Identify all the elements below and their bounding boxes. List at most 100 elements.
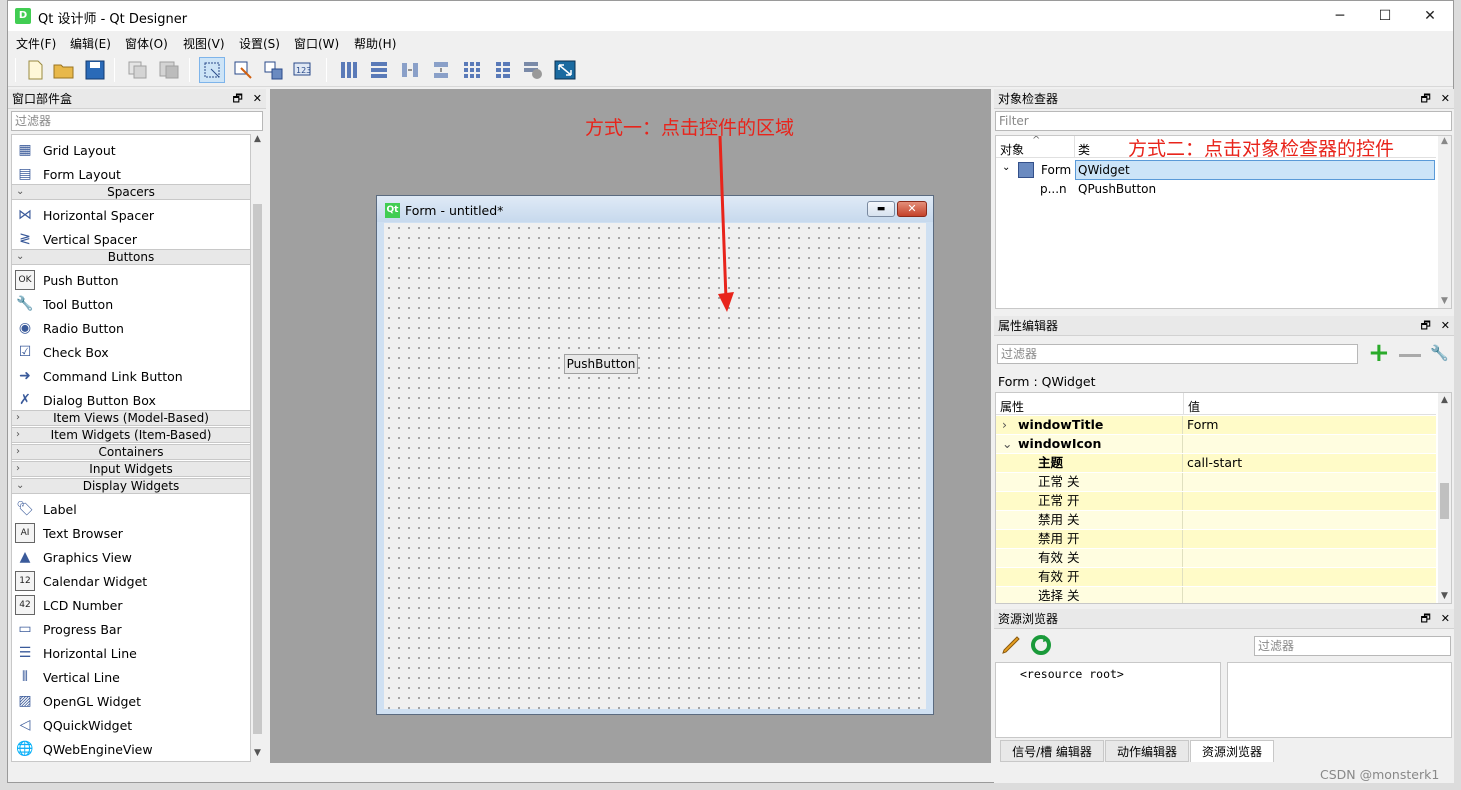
property-row[interactable]: 禁用 开 xyxy=(996,530,1436,549)
minimize-button[interactable]: ─ xyxy=(1317,1,1363,31)
edit-buddies-icon[interactable] xyxy=(260,57,286,83)
property-row[interactable]: 正常 开 xyxy=(996,492,1436,511)
property-row[interactable]: 选择 关 xyxy=(996,587,1436,603)
adjust-size-icon[interactable] xyxy=(552,57,578,83)
close-button[interactable]: ✕ xyxy=(1407,1,1453,31)
widget-box-scrollbar[interactable]: ▲ ▼ xyxy=(251,134,264,762)
widget-category[interactable]: ⌄ Spacers xyxy=(12,184,250,200)
layout-vertical-splitter-icon[interactable] xyxy=(428,57,454,83)
float-icon[interactable]: 🗗 xyxy=(1420,612,1430,625)
menu-window[interactable]: 窗口(W) xyxy=(294,35,339,52)
widget-item[interactable]: ✗ Dialog Button Box xyxy=(12,388,250,412)
form-close-button[interactable]: ✕ xyxy=(897,201,927,217)
widget-category[interactable]: › Item Widgets (Item-Based) xyxy=(12,427,250,443)
form-window[interactable]: Qt Form - untitled* ▬ ✕ PushButton xyxy=(376,195,934,715)
property-value[interactable] xyxy=(1184,435,1434,453)
widget-item[interactable]: ▭ Progress Bar xyxy=(12,617,250,641)
resource-root[interactable]: <resource root> xyxy=(1020,667,1124,681)
resource-tree[interactable]: <resource root> xyxy=(995,662,1221,738)
widget-item[interactable]: ◁ QQuickWidget xyxy=(12,713,250,737)
resource-list[interactable] xyxy=(1227,662,1452,738)
property-row[interactable]: 有效 开 xyxy=(996,568,1436,587)
property-value[interactable] xyxy=(1184,530,1434,548)
property-row[interactable]: ⌄ windowIcon xyxy=(996,435,1436,454)
maximize-button[interactable]: ☐ xyxy=(1362,1,1408,31)
widget-item[interactable]: ≷ Vertical Spacer xyxy=(12,227,250,251)
copy-icon[interactable] xyxy=(125,57,151,83)
open-folder-icon[interactable] xyxy=(51,57,77,83)
break-layout-icon[interactable] xyxy=(520,57,546,83)
property-row[interactable]: 禁用 关 xyxy=(996,511,1436,530)
scroll-thumb[interactable] xyxy=(253,204,262,734)
layout-horizontal-splitter-icon[interactable] xyxy=(397,57,423,83)
resource-filter-input[interactable]: 过滤器 xyxy=(1254,636,1451,656)
form-canvas[interactable]: PushButton xyxy=(384,223,926,709)
widget-item[interactable]: ▤ Form Layout xyxy=(12,162,250,186)
menu-view[interactable]: 视图(V) xyxy=(183,35,225,52)
menu-settings[interactable]: 设置(S) xyxy=(239,35,280,52)
widget-item[interactable]: 🌐 QWebEngineView xyxy=(12,737,250,761)
float-icon[interactable]: 🗗 xyxy=(1420,319,1430,332)
add-property-icon[interactable]: + xyxy=(1368,340,1392,366)
widget-item[interactable]: ☑ Check Box xyxy=(12,340,250,364)
save-icon[interactable] xyxy=(82,57,108,83)
form-title-bar[interactable]: Qt Form - untitled* ▬ ✕ xyxy=(377,196,933,222)
edit-resources-icon[interactable] xyxy=(1000,634,1022,661)
close-icon[interactable]: ✕ xyxy=(1441,319,1450,332)
layout-grid-icon[interactable] xyxy=(459,57,485,83)
push-button[interactable]: PushButton xyxy=(564,354,638,374)
widget-item[interactable]: 42 LCD Number xyxy=(12,593,250,617)
widget-item[interactable]: ⋈ Horizontal Spacer xyxy=(12,203,250,227)
column-value[interactable]: 值 xyxy=(1188,398,1200,415)
edit-tab-order-icon[interactable]: 123 xyxy=(291,57,317,83)
property-value[interactable] xyxy=(1184,511,1434,529)
edit-widgets-icon[interactable] xyxy=(199,57,225,83)
chevron-right-icon[interactable]: › xyxy=(1002,416,1018,434)
property-filter-input[interactable]: 过滤器 xyxy=(997,344,1358,364)
widget-item[interactable]: ▦ Grid Layout xyxy=(12,138,250,162)
menu-edit[interactable]: 编辑(E) xyxy=(70,35,111,52)
widget-category[interactable]: ⌄ Buttons xyxy=(12,249,250,265)
new-file-icon[interactable] xyxy=(22,57,48,83)
property-row[interactable]: 正常 关 xyxy=(996,473,1436,492)
widget-item[interactable]: OK Push Button xyxy=(12,268,250,292)
widget-item[interactable]: ▨ OpenGL Widget xyxy=(12,689,250,713)
menu-form[interactable]: 窗体(O) xyxy=(125,35,168,52)
widget-item[interactable]: ➜ Command Link Button xyxy=(12,364,250,388)
layout-vertical-icon[interactable] xyxy=(366,57,392,83)
layout-form-icon[interactable] xyxy=(490,57,516,83)
chevron-down-icon[interactable]: ⌄ xyxy=(1002,435,1018,453)
float-icon[interactable]: 🗗 xyxy=(1420,92,1430,105)
property-value[interactable] xyxy=(1184,587,1434,603)
widget-category[interactable]: ⌄ Display Widgets xyxy=(12,478,250,494)
property-value[interactable]: call-start xyxy=(1184,454,1434,472)
widget-item[interactable]: 🔧 Tool Button xyxy=(12,292,250,316)
property-scrollbar[interactable]: ▲ ▼ xyxy=(1438,393,1451,603)
tree-row-form[interactable]: ⌄ Form QWidget xyxy=(996,160,1436,180)
property-value[interactable] xyxy=(1184,492,1434,510)
object-tree-scrollbar[interactable]: ▲ ▼ xyxy=(1438,136,1451,308)
property-row[interactable]: 主题 call-start xyxy=(996,454,1436,473)
scroll-up-arrow[interactable]: ▲ xyxy=(251,134,264,148)
widget-item[interactable]: 12 Calendar Widget xyxy=(12,569,250,593)
widget-item[interactable]: AI Text Browser xyxy=(12,521,250,545)
column-class[interactable]: 类 xyxy=(1078,141,1090,158)
remove-property-icon[interactable] xyxy=(1399,354,1421,357)
widget-item[interactable]: ◉ Radio Button xyxy=(12,316,250,340)
property-value[interactable]: Form xyxy=(1184,416,1434,434)
float-icon[interactable]: 🗗 xyxy=(232,92,242,105)
tab-action-editor[interactable]: 动作编辑器 xyxy=(1105,740,1189,762)
widget-item[interactable]: ⦀ Vertical Line xyxy=(12,665,250,689)
widget-item[interactable]: ▲ Graphics View xyxy=(12,545,250,569)
widget-category[interactable]: › Input Widgets xyxy=(12,461,250,477)
close-icon[interactable]: ✕ xyxy=(1441,92,1450,105)
expand-arrow-icon[interactable]: ⌄ xyxy=(1002,162,1010,173)
column-object[interactable]: 对象 xyxy=(1000,141,1024,158)
widget-box-filter-input[interactable]: 过滤器 xyxy=(11,111,263,131)
scroll-thumb[interactable] xyxy=(1440,483,1449,519)
menu-help[interactable]: 帮助(H) xyxy=(354,35,396,52)
tab-resource-browser[interactable]: 资源浏览器 xyxy=(1190,740,1274,762)
widget-item[interactable]: 🏷 Label xyxy=(12,497,250,521)
menu-file[interactable]: 文件(F) xyxy=(16,35,56,52)
property-row[interactable]: 有效 关 xyxy=(996,549,1436,568)
